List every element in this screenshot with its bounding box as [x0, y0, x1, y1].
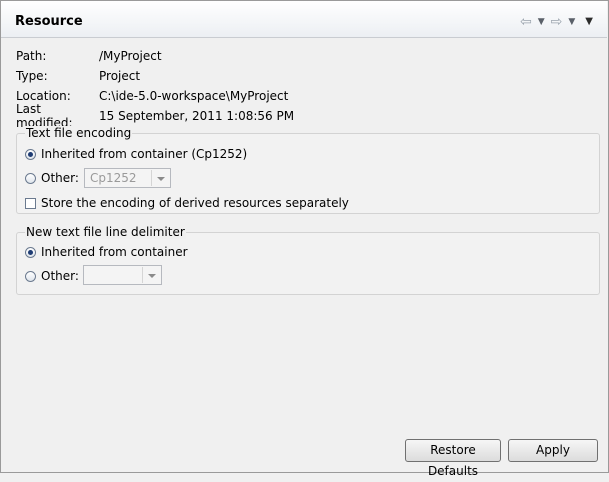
delimiter-select[interactable] — [83, 265, 162, 285]
forward-arrow-icon[interactable]: ⇨ — [551, 15, 563, 29]
encoding-other-option[interactable]: Other: — [25, 168, 79, 188]
radio-unselected-icon[interactable] — [25, 270, 36, 282]
back-dropdown-icon[interactable]: ▼ — [538, 15, 545, 29]
text-file-encoding-group: Text file encoding Inherited from contai… — [16, 126, 600, 214]
encoding-inherited-option[interactable]: Inherited from container (Cp1252) — [25, 144, 247, 164]
property-value: Project — [99, 69, 141, 83]
property-last-modified: Last modified: 15 September, 2011 1:08:5… — [16, 102, 295, 130]
line-delimiter-group: New text file line delimiter Inherited f… — [16, 225, 600, 295]
property-path: Path: /MyProject — [16, 46, 294, 66]
forward-dropdown-icon[interactable]: ▼ — [568, 15, 575, 29]
panel-header: Resource ⇦ ▼ ⇨ ▼ ▼ — [1, 1, 607, 38]
view-menu-icon[interactable]: ▼ — [585, 15, 593, 29]
group-title: Text file encoding — [25, 126, 133, 140]
property-label: Path: — [16, 49, 47, 63]
property-label: Location: — [16, 89, 71, 103]
checkbox[interactable] — [25, 197, 36, 209]
property-value: C:\ide-5.0-workspace\MyProject — [99, 89, 289, 103]
restore-defaults-button[interactable]: Restore Defaults — [405, 439, 501, 478]
chevron-down-icon[interactable] — [151, 170, 168, 186]
radio-label: Other: — [41, 269, 79, 283]
radio-label: Other: — [41, 171, 79, 185]
group-title: New text file line delimiter — [25, 225, 186, 239]
radio-label: Inherited from container (Cp1252) — [41, 147, 248, 161]
select-value: Cp1252 — [90, 171, 137, 185]
checkbox-label: Store the encoding of derived resources … — [41, 196, 349, 210]
apply-button[interactable]: Apply — [508, 439, 598, 462]
resource-properties: Path: /MyProject Type: Project Location:… — [16, 46, 295, 130]
navigation-toolbar: ⇦ ▼ ⇨ ▼ ▼ — [520, 15, 593, 29]
radio-selected-icon[interactable] — [25, 246, 36, 258]
property-value: /MyProject — [99, 49, 162, 63]
property-label: Type: — [16, 69, 48, 83]
property-value: 15 September, 2011 1:08:56 PM — [99, 109, 295, 123]
delimiter-inherited-option[interactable]: Inherited from container — [25, 242, 188, 262]
radio-selected-icon[interactable] — [25, 148, 36, 160]
delimiter-other-option[interactable]: Other: — [25, 266, 79, 286]
property-type: Type: Project — [16, 66, 294, 86]
store-encoding-option[interactable]: Store the encoding of derived resources … — [25, 193, 349, 213]
radio-label: Inherited from container — [41, 245, 188, 259]
radio-unselected-icon[interactable] — [25, 172, 36, 184]
encoding-select[interactable]: Cp1252 — [84, 168, 171, 188]
back-arrow-icon[interactable]: ⇦ — [520, 15, 532, 29]
panel-title: Resource — [15, 14, 83, 29]
chevron-down-icon[interactable] — [142, 267, 159, 283]
